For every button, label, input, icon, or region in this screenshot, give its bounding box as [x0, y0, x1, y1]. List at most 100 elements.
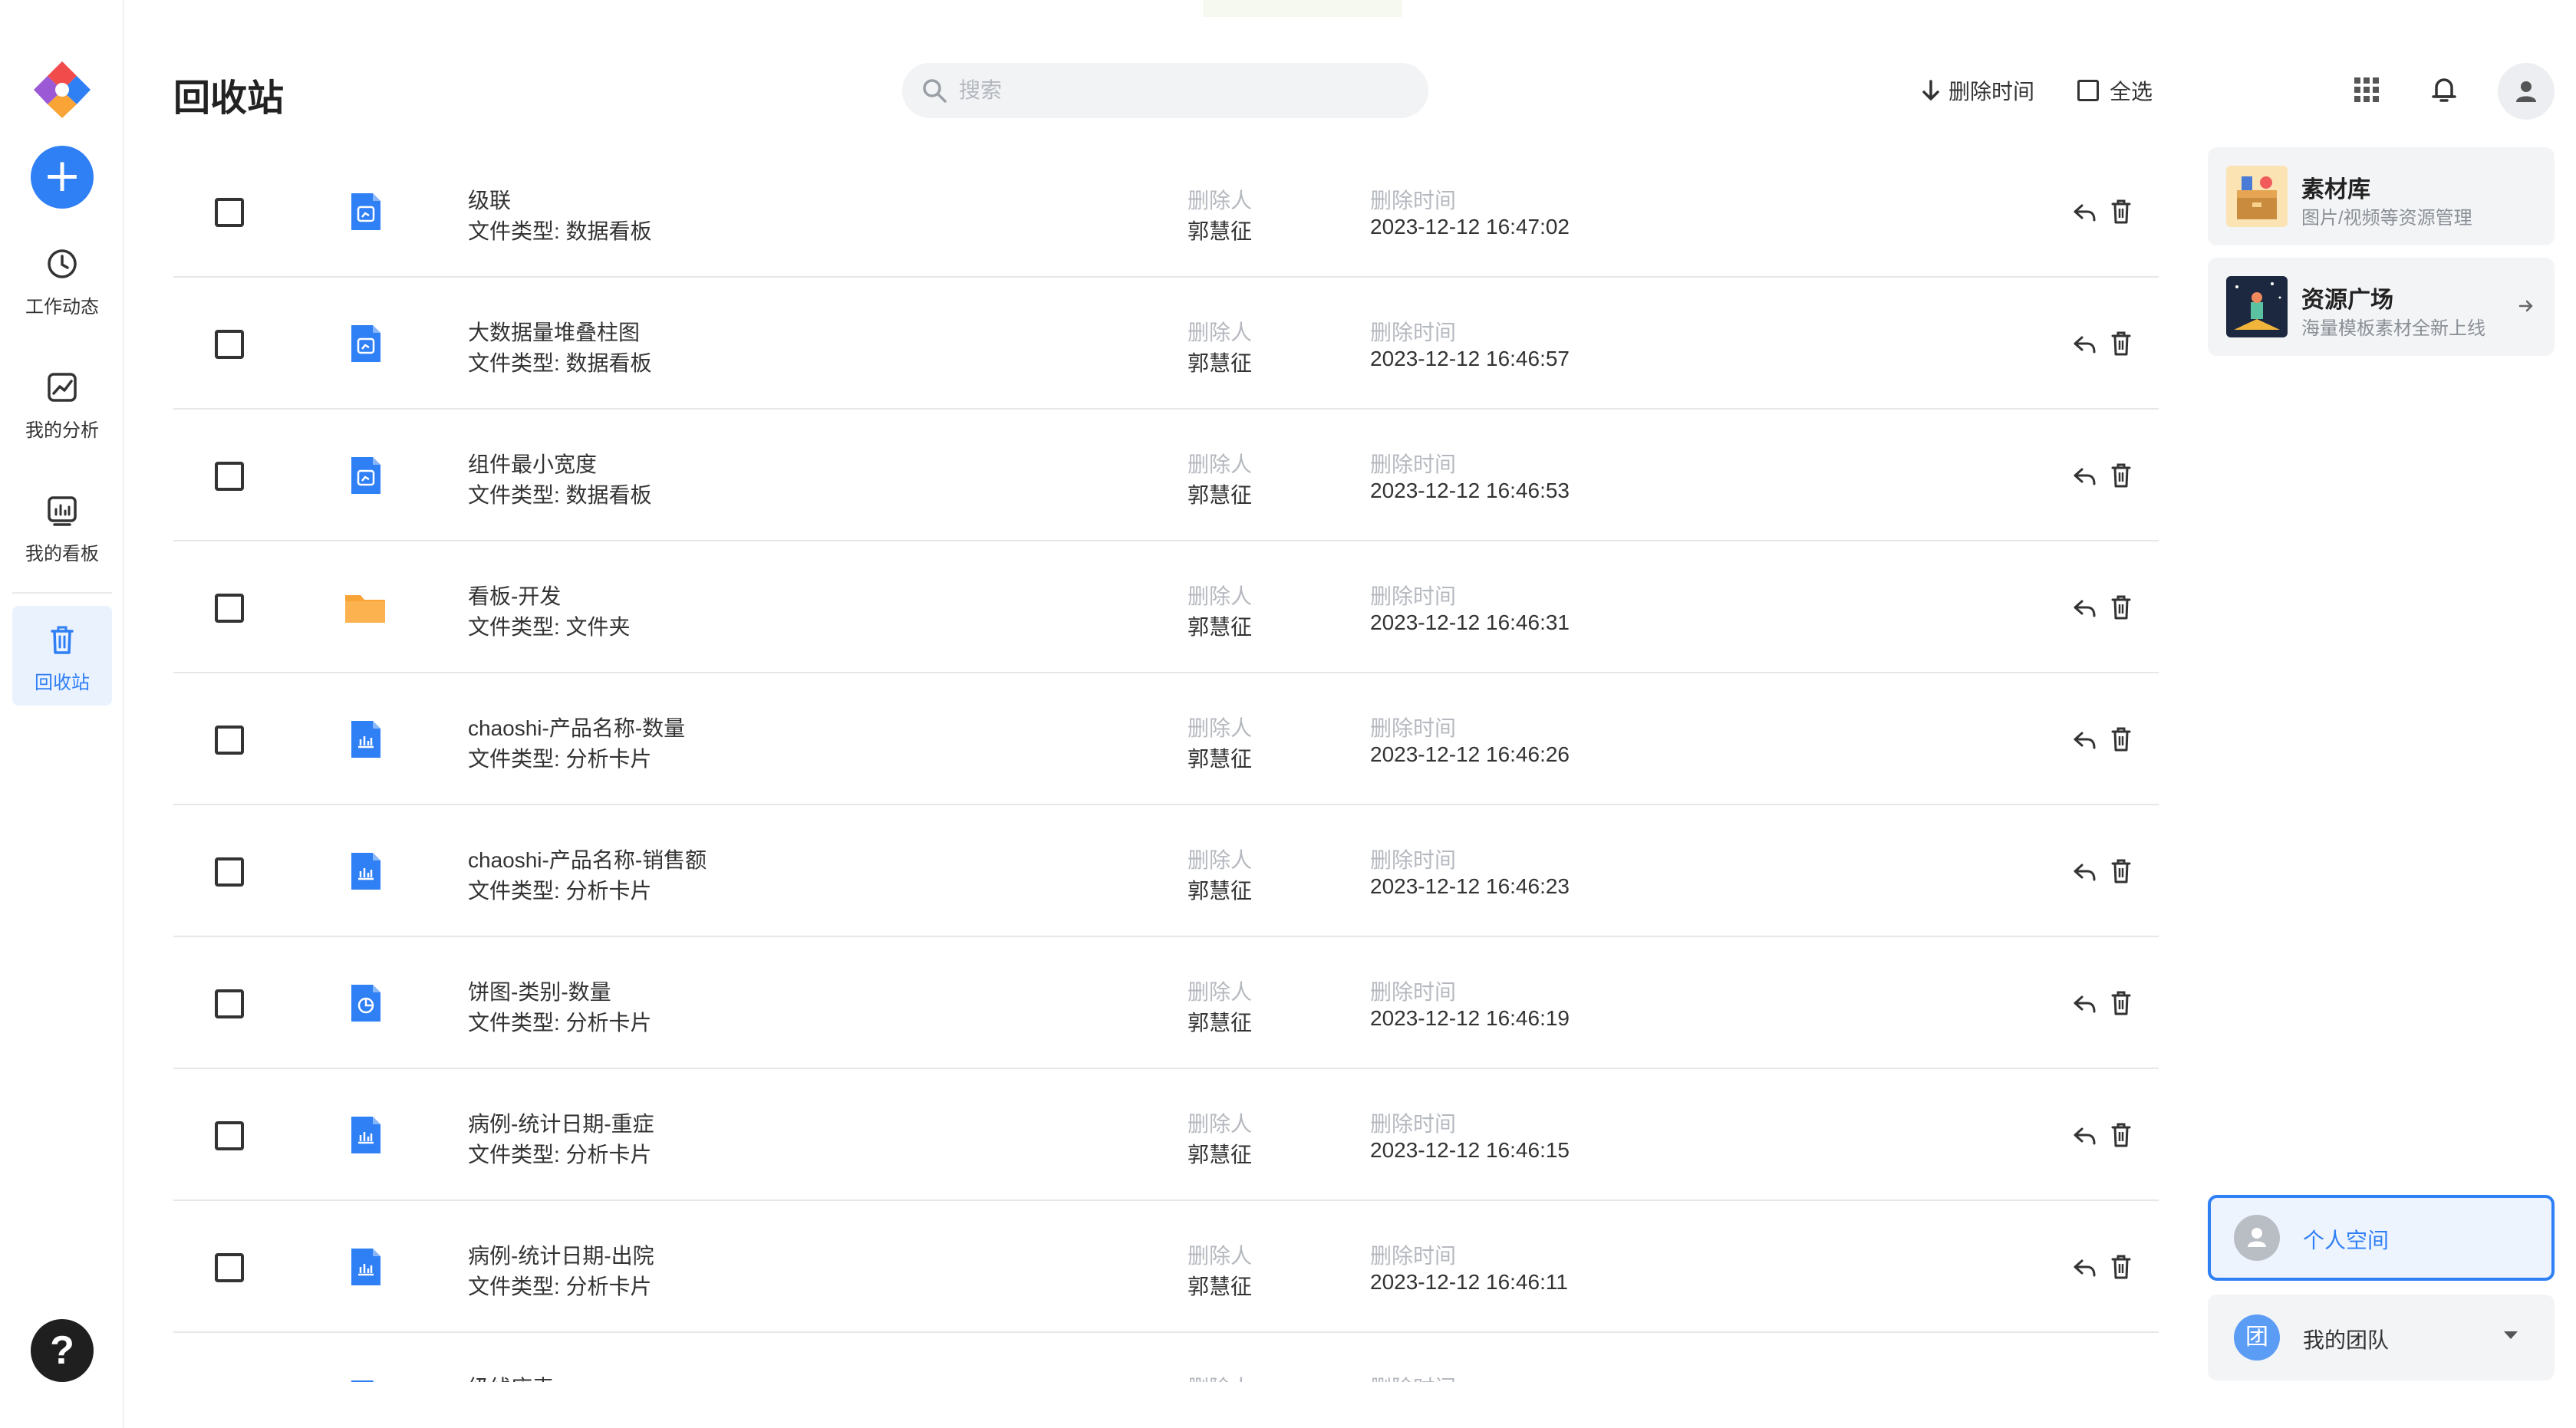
- delete-permanently-icon[interactable]: [2108, 198, 2134, 225]
- dashboard-file-icon: [344, 322, 387, 365]
- file-name[interactable]: 病例-统计日期-出院: [468, 1239, 654, 1270]
- caret-down-icon[interactable]: [2504, 1331, 2518, 1339]
- file-name[interactable]: 大数据量堆叠柱图: [468, 316, 640, 347]
- restore-icon[interactable]: [2071, 727, 2097, 753]
- deleted-time-value: 2023-12-12 16:46:53: [1370, 479, 1570, 502]
- file-name[interactable]: chaoshi-产品名称-数量: [468, 712, 685, 742]
- file-type: 文件类型: 分析卡片: [468, 1011, 652, 1035]
- user-icon: [2248, 1228, 2266, 1247]
- list-item[interactable]: 病例-统计日期-出院 文件类型: 分析卡片 删除人 郭慧征 删除时间 2023-12-12…: [173, 1201, 2159, 1333]
- delete-permanently-icon[interactable]: [2108, 857, 2134, 885]
- row-checkbox[interactable]: [215, 1253, 244, 1282]
- deleted-by-value: 郭慧征: [1188, 879, 1253, 903]
- restore-icon[interactable]: [2071, 463, 2097, 489]
- delete-permanently-icon[interactable]: [2108, 330, 2134, 357]
- search-icon: [923, 79, 947, 103]
- nav-item-activity[interactable]: 工作动态: [12, 230, 112, 330]
- sort-by-deleted-time-button[interactable]: 删除时间: [1921, 75, 2034, 106]
- deleted-time-label: 删除时间: [1370, 452, 1457, 476]
- help-button[interactable]: ?: [31, 1319, 94, 1382]
- file-name[interactable]: chaoshi-产品名称-销售额: [468, 844, 707, 874]
- list-item[interactable]: 看板-开发 文件类型: 文件夹 删除人 郭慧征 删除时间 2023-12-12 16:46…: [173, 541, 2159, 673]
- deleted-by-value: 郭慧征: [1188, 219, 1253, 243]
- delete-permanently-icon[interactable]: [2108, 1121, 2134, 1149]
- restore-icon[interactable]: [2071, 991, 2097, 1017]
- apps-grid-icon[interactable]: [2354, 77, 2380, 103]
- row-checkbox[interactable]: [215, 198, 244, 227]
- deleted-time-label: 删除时间: [1370, 189, 1457, 212]
- delete-permanently-icon[interactable]: [2108, 726, 2134, 753]
- app-logo-icon[interactable]: [29, 57, 95, 123]
- deleted-time-value: 2023-12-12 16:46:57: [1370, 347, 1570, 370]
- restore-icon[interactable]: [2071, 595, 2097, 621]
- list-item[interactable]: chaoshi-产品名称-销售额 文件类型: 分析卡片 删除人 郭慧征 删除时间 2023…: [173, 805, 2159, 937]
- file-name[interactable]: 组件最小宽度: [468, 448, 597, 479]
- team-space-selector[interactable]: 团 我的团队: [2208, 1295, 2555, 1380]
- file-name[interactable]: 级线座表: [468, 1371, 554, 1382]
- sort-label: 删除时间: [1948, 80, 2035, 104]
- file-name[interactable]: 级联: [468, 184, 511, 215]
- user-avatar[interactable]: [2498, 63, 2555, 120]
- row-checkbox[interactable]: [215, 726, 244, 755]
- row-checkbox[interactable]: [215, 594, 244, 623]
- deleted-by-label: 删除人: [1188, 848, 1253, 872]
- list-item[interactable]: 级线座表 删除人 删除时间: [173, 1333, 2159, 1382]
- select-all-checkbox[interactable]: 全选: [2077, 75, 2153, 106]
- file-name[interactable]: 病例-统计日期-重症: [468, 1107, 654, 1138]
- row-checkbox[interactable]: [215, 330, 244, 359]
- file-name[interactable]: 看板-开发: [468, 580, 561, 610]
- delete-permanently-icon[interactable]: [2108, 989, 2134, 1017]
- deleted-by-value: 郭慧征: [1188, 747, 1253, 771]
- row-checkbox[interactable]: [215, 1121, 244, 1150]
- checkbox-icon: [2077, 80, 2099, 101]
- file-type: 文件类型: 分析卡片: [468, 879, 652, 903]
- deleted-by-value: 郭慧征: [1188, 1143, 1253, 1166]
- restore-icon[interactable]: [2071, 331, 2097, 357]
- card-title: 资源广场: [2301, 288, 2393, 313]
- search-input[interactable]: [959, 74, 1404, 107]
- nav-item-dashboards[interactable]: 我的看板: [12, 477, 112, 577]
- dashboard-icon: [48, 496, 77, 526]
- deleted-time-label: 删除时间: [1370, 848, 1457, 872]
- restore-icon[interactable]: [2071, 1255, 2097, 1281]
- top-drag-handle: [1203, 0, 1402, 17]
- restore-icon[interactable]: [2071, 859, 2097, 885]
- nav-label: 回收站: [35, 673, 90, 693]
- deleted-by-value: 郭慧征: [1188, 1275, 1253, 1298]
- delete-permanently-icon[interactable]: [2108, 594, 2134, 621]
- row-checkbox[interactable]: [215, 857, 244, 887]
- deleted-time-value: 2023-12-12 16:46:19: [1370, 1006, 1570, 1030]
- file-type: 文件类型: 数据看板: [468, 351, 652, 375]
- row-checkbox[interactable]: [215, 462, 244, 491]
- nav-item-recycle-bin[interactable]: 回收站: [12, 606, 112, 706]
- deleted-by-value: 郭慧征: [1188, 1011, 1253, 1035]
- personal-space-button[interactable]: 个人空间: [2208, 1195, 2555, 1281]
- list-item[interactable]: 组件最小宽度 文件类型: 数据看板 删除人 郭慧征 删除时间 2023-12-12 16:…: [173, 410, 2159, 541]
- list-item[interactable]: 病例-统计日期-重症 文件类型: 分析卡片 删除人 郭慧征 删除时间 2023-12-12…: [173, 1069, 2159, 1201]
- resource-plaza-card[interactable]: 资源广场 海量模板素材全新上线: [2208, 258, 2555, 356]
- file-type: 文件类型: 数据看板: [468, 219, 652, 243]
- restore-icon[interactable]: [2071, 1123, 2097, 1149]
- file-type: 文件类型: 文件夹: [468, 615, 631, 639]
- nav-item-analysis[interactable]: 我的分析: [12, 354, 112, 453]
- search-box[interactable]: [902, 63, 1428, 118]
- material-library-card[interactable]: 素材库 图片/视频等资源管理: [2208, 147, 2555, 245]
- dashboard-file-icon: [344, 454, 387, 497]
- create-button[interactable]: +: [31, 146, 94, 209]
- restore-icon[interactable]: [2071, 199, 2097, 225]
- delete-permanently-icon[interactable]: [2108, 462, 2134, 489]
- analysis-icon: [48, 373, 77, 402]
- material-library-thumbnail: [2226, 166, 2288, 227]
- row-checkbox[interactable]: [215, 989, 244, 1018]
- list-item[interactable]: 饼图-类别-数量 文件类型: 分析卡片 删除人 郭慧征 删除时间 2023-12-12 1…: [173, 937, 2159, 1069]
- file-name[interactable]: 饼图-类别-数量: [468, 976, 611, 1006]
- bar-chart-file-icon: [344, 850, 387, 893]
- deleted-time-label: 删除时间: [1370, 321, 1457, 344]
- deleted-time-label: 删除时间: [1370, 1371, 1456, 1382]
- delete-permanently-icon[interactable]: [2108, 1253, 2134, 1281]
- list-item[interactable]: 级联 文件类型: 数据看板 删除人 郭慧征 删除时间 2023-12-12 16:47:0…: [173, 146, 2159, 278]
- list-item[interactable]: chaoshi-产品名称-数量 文件类型: 分析卡片 删除人 郭慧征 删除时间 2023-…: [173, 673, 2159, 805]
- list-item[interactable]: 大数据量堆叠柱图 文件类型: 数据看板 删除人 郭慧征 删除时间 2023-12-12 1…: [173, 278, 2159, 410]
- notification-bell-icon[interactable]: [2429, 74, 2459, 104]
- nav-label: 我的看板: [25, 544, 99, 564]
